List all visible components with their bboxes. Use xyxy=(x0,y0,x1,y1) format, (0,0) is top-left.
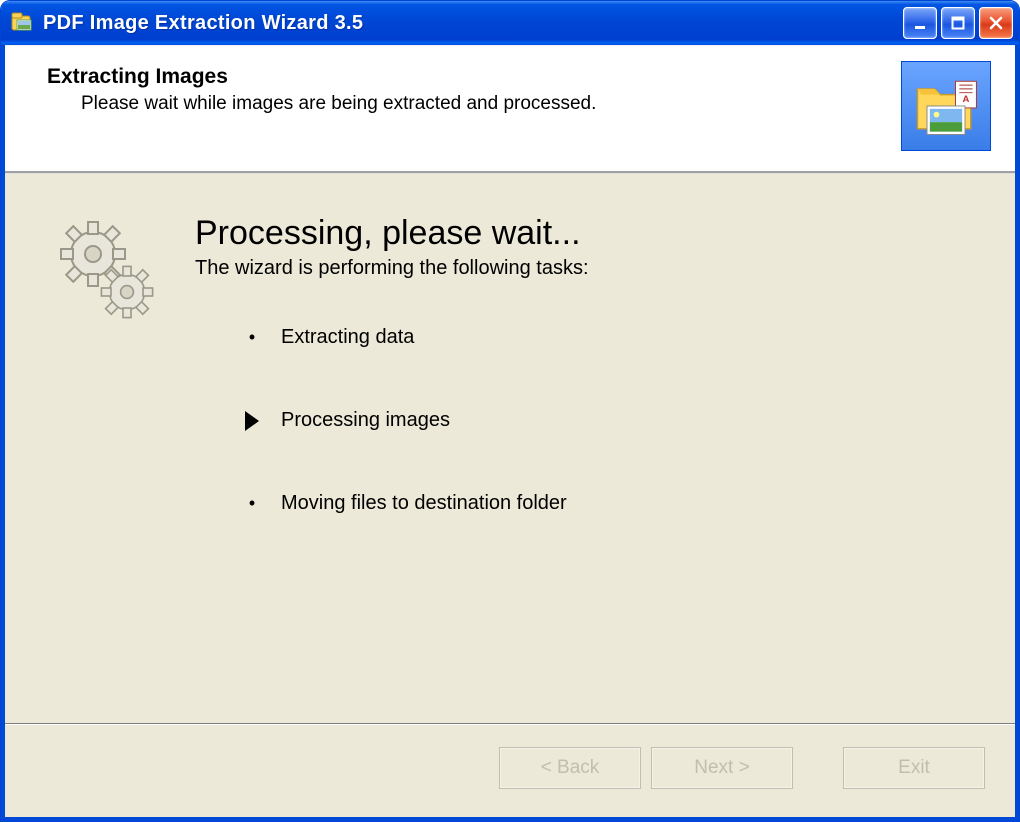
client-area: Extracting Images Please wait while imag… xyxy=(1,45,1019,821)
task-label: Processing images xyxy=(281,409,450,432)
next-button[interactable]: Next > xyxy=(651,747,793,789)
application-window: PDF Image Extraction Wizard 3.5 Extracti… xyxy=(0,0,1020,822)
bullet-icon: • xyxy=(245,327,259,348)
processing-title: Processing, please wait... xyxy=(195,214,975,253)
bullet-icon: • xyxy=(245,493,259,514)
processing-subtitle: The wizard is performing the following t… xyxy=(195,257,975,280)
header-subtitle: Please wait while images are being extra… xyxy=(81,93,889,115)
task-item: • Moving files to destination folder xyxy=(245,492,975,515)
task-list: • Extracting data Processing images • Mo… xyxy=(195,326,975,515)
window-controls xyxy=(903,7,1013,39)
wizard-header: Extracting Images Please wait while imag… xyxy=(5,45,1015,172)
task-item-current: Processing images xyxy=(245,409,975,432)
task-label: Extracting data xyxy=(281,326,414,349)
header-title: Extracting Images xyxy=(47,65,889,89)
gears-icon xyxy=(55,214,165,704)
window-title: PDF Image Extraction Wizard 3.5 xyxy=(43,12,903,35)
wizard-footer: < Back Next > Exit xyxy=(5,724,1015,817)
minimize-button[interactable] xyxy=(903,7,937,39)
app-icon xyxy=(9,10,35,36)
title-bar[interactable]: PDF Image Extraction Wizard 3.5 xyxy=(1,1,1019,45)
current-arrow-icon xyxy=(245,411,259,431)
exit-button[interactable]: Exit xyxy=(843,747,985,789)
close-button[interactable] xyxy=(979,7,1013,39)
svg-text:A: A xyxy=(963,94,970,105)
task-label: Moving files to destination folder xyxy=(281,492,567,515)
folder-image-icon: A xyxy=(901,61,991,151)
wizard-content: Processing, please wait... The wizard is… xyxy=(5,174,1015,724)
back-button[interactable]: < Back xyxy=(499,747,641,789)
task-item: • Extracting data xyxy=(245,326,975,349)
maximize-button[interactable] xyxy=(941,7,975,39)
